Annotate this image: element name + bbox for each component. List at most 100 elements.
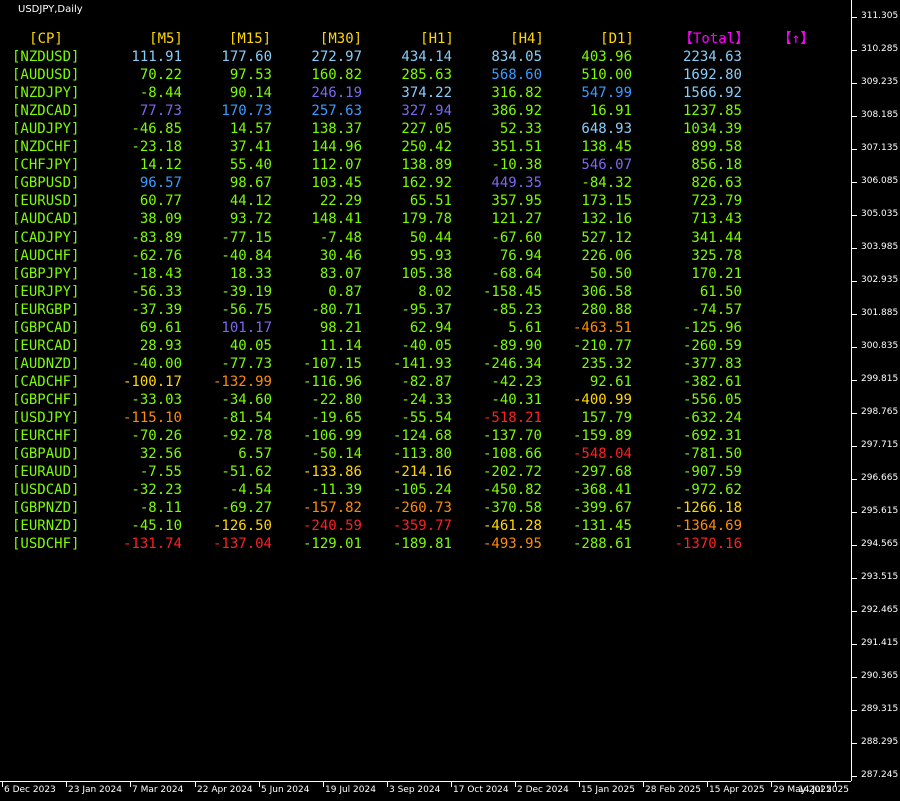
strength-value: 434.14	[401, 49, 452, 65]
price-tick	[852, 281, 857, 282]
strength-value: -450.82	[482, 482, 542, 499]
strength-value: 37.41	[229, 139, 272, 156]
date-tick	[195, 782, 196, 787]
date-tick	[707, 782, 708, 787]
price-tick	[852, 743, 857, 744]
strength-value: -131.45	[572, 518, 632, 535]
strength-value: -400.99	[572, 391, 632, 408]
strength-value: -24.33	[401, 391, 452, 408]
strength-value: 374.22	[401, 85, 452, 102]
strength-value: -115.10	[122, 410, 182, 426]
price-tick	[852, 776, 857, 777]
strength-value: 14.12	[139, 157, 182, 174]
strength-value: 132.16	[581, 211, 632, 228]
strength-value: 97.53	[229, 67, 272, 84]
strength-value: -37.39	[131, 301, 182, 318]
time-axis[interactable]: 6 Dec 2023 23 Jan 2024 7 Mar 2024 22 Apr 20…	[0, 781, 851, 801]
strength-value: -158.45	[482, 283, 542, 300]
strength-value: -260.59	[682, 337, 742, 354]
strength-value: 280.88	[581, 301, 632, 318]
strength-value: -463.51	[572, 319, 632, 336]
strength-value: 341.44	[691, 229, 742, 246]
strength-value: -125.96	[682, 319, 742, 336]
strength-value: -89.90	[491, 337, 542, 354]
pair-name: [CADCHF]	[12, 373, 80, 390]
strength-value: 285.63	[401, 67, 452, 84]
strength-value: 227.05	[401, 121, 452, 138]
strength-value: 351.51	[491, 139, 542, 156]
pair-name: [AUDJPY]	[12, 121, 80, 138]
price-tick	[852, 380, 857, 381]
pair-name: [GBPUSD]	[12, 175, 80, 192]
strength-value: 112.07	[311, 157, 362, 174]
strength-value: 403.96	[581, 49, 632, 65]
strength-value: -8.11	[139, 500, 182, 517]
strength-value: 0.87	[328, 283, 362, 300]
price-label: 290.365	[861, 671, 899, 681]
pair-name: [EURNZD]	[12, 518, 80, 535]
price-tick	[852, 17, 857, 18]
strength-value: 1237.85	[682, 103, 742, 120]
strength-value: 105.38	[401, 265, 452, 282]
strength-value: -124.68	[392, 428, 452, 445]
strength-value: 32.56	[139, 446, 182, 463]
strength-value: 856.18	[691, 157, 742, 174]
strength-value: 138.37	[311, 121, 362, 138]
strength-value: -368.41	[572, 482, 632, 499]
pair-name: [USDCAD]	[12, 482, 80, 499]
strength-value: -116.96	[302, 373, 362, 390]
strength-value: -40.00	[131, 355, 182, 372]
strength-value: 5.61	[508, 319, 542, 336]
price-tick	[852, 545, 857, 546]
strength-value: -85.23	[491, 301, 542, 318]
pair-name: [GBPCAD]	[12, 319, 80, 336]
strength-value: -70.26	[131, 428, 182, 445]
pair-name: [NZDUSD]	[12, 49, 80, 65]
price-label: 289.315	[861, 704, 899, 714]
strength-value: -137.70	[482, 428, 542, 445]
strength-value: 148.41	[311, 211, 362, 228]
date-label: 15 Apr 2025	[709, 785, 765, 795]
strength-value: 173.15	[581, 193, 632, 210]
strength-value: -34.60	[221, 391, 272, 408]
header-sort-arrow-button[interactable]: 【↑】	[736, 30, 856, 48]
strength-value: -137.04	[212, 536, 272, 553]
price-tick	[852, 347, 857, 348]
strength-value: 16.91	[589, 103, 632, 120]
strength-value: -246.34	[482, 355, 542, 372]
strength-value: -132.99	[212, 373, 272, 390]
strength-value: -1266.18	[674, 500, 742, 517]
price-label: 288.295	[861, 737, 899, 747]
strength-value: -56.75	[221, 301, 272, 318]
pair-name: [NZDCHF]	[12, 139, 80, 156]
strength-value: -32.23	[131, 482, 182, 499]
price-label: 303.985	[861, 242, 899, 252]
strength-value: -83.89	[131, 229, 182, 246]
price-label: 293.515	[861, 572, 899, 582]
price-label: 307.135	[861, 143, 899, 153]
price-label: 305.035	[861, 209, 899, 219]
strength-value: 713.43	[691, 211, 742, 228]
strength-value: 55.40	[229, 157, 272, 174]
strength-value: 306.58	[581, 283, 632, 300]
strength-value: 18.33	[229, 265, 272, 282]
pair-name: [AUDCAD]	[12, 211, 80, 228]
strength-value: -46.85	[131, 121, 182, 138]
strength-value: 160.82	[311, 67, 362, 84]
strength-value: -493.95	[482, 536, 542, 553]
price-axis[interactable]: 311.305 310.285 309.235 308.185 307.135 306.0…	[851, 0, 900, 781]
strength-value: 60.77	[139, 193, 182, 210]
strength-value: 90.14	[229, 85, 272, 102]
strength-value: -19.65	[311, 410, 362, 426]
header-cp: [CP]	[29, 31, 63, 47]
strength-value: -370.58	[482, 500, 542, 517]
date-tick	[771, 782, 772, 787]
strength-value: -51.62	[221, 464, 272, 481]
strength-value: 226.06	[581, 247, 632, 264]
date-tick	[643, 782, 644, 787]
strength-value: 76.94	[499, 247, 542, 264]
price-tick	[852, 446, 857, 447]
strength-value: -67.60	[491, 229, 542, 246]
strength-value: 272.97	[311, 49, 362, 65]
strength-value: 62.94	[409, 319, 452, 336]
